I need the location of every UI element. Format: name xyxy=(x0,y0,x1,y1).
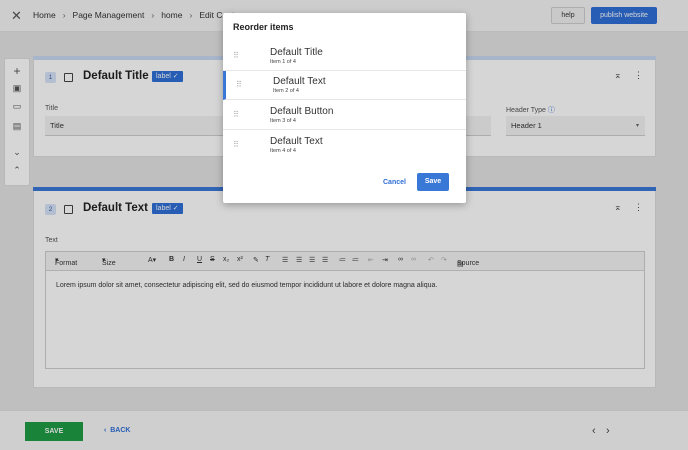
reorder-item[interactable]: ⠿ Default Text Item 2 of 4 xyxy=(223,71,466,100)
reorder-item-position: Item 4 of 4 xyxy=(270,148,296,154)
reorder-item-position: Item 1 of 4 xyxy=(270,59,296,65)
reorder-item-name: Default Text xyxy=(273,76,326,87)
reorder-item[interactable]: ⠿ Default Button Item 3 of 4 xyxy=(223,101,466,130)
cancel-button[interactable]: Cancel xyxy=(383,179,406,186)
reorder-item-name: Default Button xyxy=(270,106,334,117)
reorder-item[interactable]: ⠿ Default Text Item 4 of 4 xyxy=(223,131,466,160)
reorder-items-dialog: Reorder items ⠿ Default Title Item 1 of … xyxy=(223,13,466,203)
reorder-item-position: Item 3 of 4 xyxy=(270,118,296,124)
dialog-save-button[interactable]: Save xyxy=(417,173,449,191)
drag-handle-icon[interactable]: ⠿ xyxy=(233,140,239,149)
dialog-title: Reorder items xyxy=(233,22,294,32)
reorder-item[interactable]: ⠿ Default Title Item 1 of 4 xyxy=(223,42,466,71)
reorder-item-name: Default Title xyxy=(270,47,323,58)
reorder-item-name: Default Text xyxy=(270,136,323,147)
drag-handle-icon[interactable]: ⠿ xyxy=(233,51,239,60)
reorder-item-position: Item 2 of 4 xyxy=(273,88,299,94)
drag-handle-icon[interactable]: ⠿ xyxy=(233,110,239,119)
drag-handle-icon[interactable]: ⠿ xyxy=(236,80,242,89)
